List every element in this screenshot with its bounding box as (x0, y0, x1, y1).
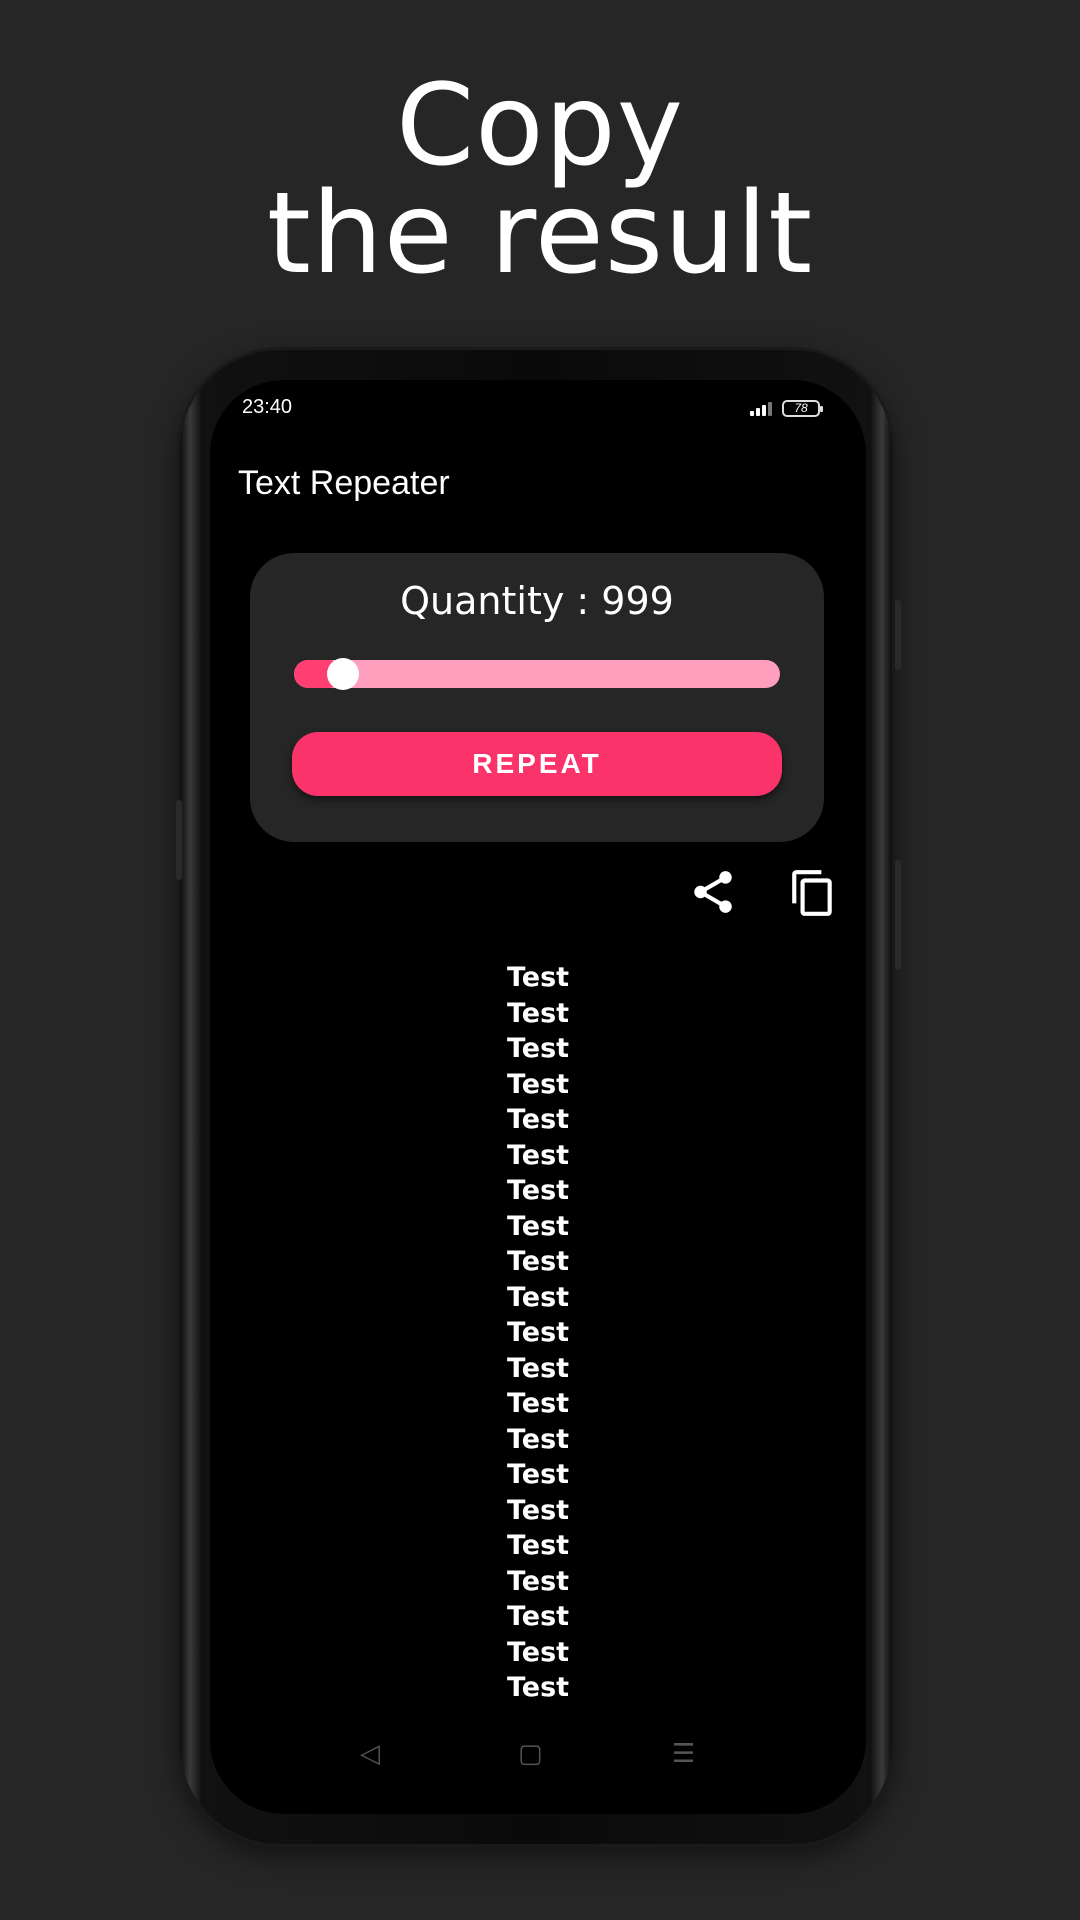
quantity-slider[interactable] (294, 658, 780, 690)
result-line: Test (506, 1388, 570, 1419)
nav-home-icon[interactable]: ▢ (518, 1740, 543, 1768)
nav-back-icon[interactable]: ◁ (360, 1740, 380, 1768)
status-icons: 78 (750, 400, 823, 417)
headline-line-1: Copy (395, 61, 685, 191)
phone-side-button-left (176, 800, 182, 880)
result-line: Test (506, 1672, 570, 1700)
headline-line-2: the result (266, 169, 814, 299)
result-line: Test (506, 1175, 570, 1206)
phone-side-button-right-top (895, 600, 901, 670)
result-line: Test (506, 1636, 570, 1668)
result-line: Test (506, 1601, 570, 1632)
slider-thumb[interactable] (326, 658, 359, 690)
copy-icon[interactable] (788, 867, 838, 919)
phone-side-button-right (895, 860, 901, 970)
result-line: Test (506, 1494, 570, 1526)
result-line: Test (506, 1246, 570, 1277)
result-line: Test (506, 1352, 570, 1384)
result-line: Test (506, 1033, 570, 1064)
result-line: Test (506, 1068, 570, 1100)
result-line: Test (506, 1317, 570, 1348)
repeat-button[interactable]: REPEAT (292, 732, 782, 796)
result-line: Test (506, 1139, 570, 1171)
share-icon[interactable] (688, 867, 738, 917)
signal-icon (750, 401, 772, 416)
quantity-label: Quantity : 999 (400, 579, 674, 623)
system-nav-bar: ◁ ▢ ☰ (210, 1734, 866, 1774)
result-line: Test (506, 1565, 570, 1597)
result-line: Test (506, 1423, 570, 1455)
result-line: Test (506, 1210, 570, 1242)
battery-icon: 78 (782, 400, 823, 417)
battery-level: 78 (794, 401, 808, 415)
result-line: Test (506, 1281, 570, 1313)
promo-headline: Copy the result (0, 61, 1080, 299)
repeat-settings-card: Quantity : 999 REPEAT (250, 553, 824, 842)
result-text[interactable]: Test Test Test Test Test Test Test Test Test Test… (210, 960, 866, 1700)
result-line: Test (506, 1104, 570, 1135)
result-line: Test (506, 962, 570, 993)
nav-menu-icon[interactable]: ☰ (672, 1740, 695, 1768)
app-title: Text Repeater (238, 464, 450, 502)
result-line: Test (506, 997, 570, 1029)
status-time: 23:40 (242, 396, 293, 418)
result-line: Test (506, 1459, 570, 1490)
result-line: Test (506, 1530, 570, 1561)
phone-screen: 23:40 78 Text Repeater Quantity : 999 RE… (210, 380, 866, 1814)
